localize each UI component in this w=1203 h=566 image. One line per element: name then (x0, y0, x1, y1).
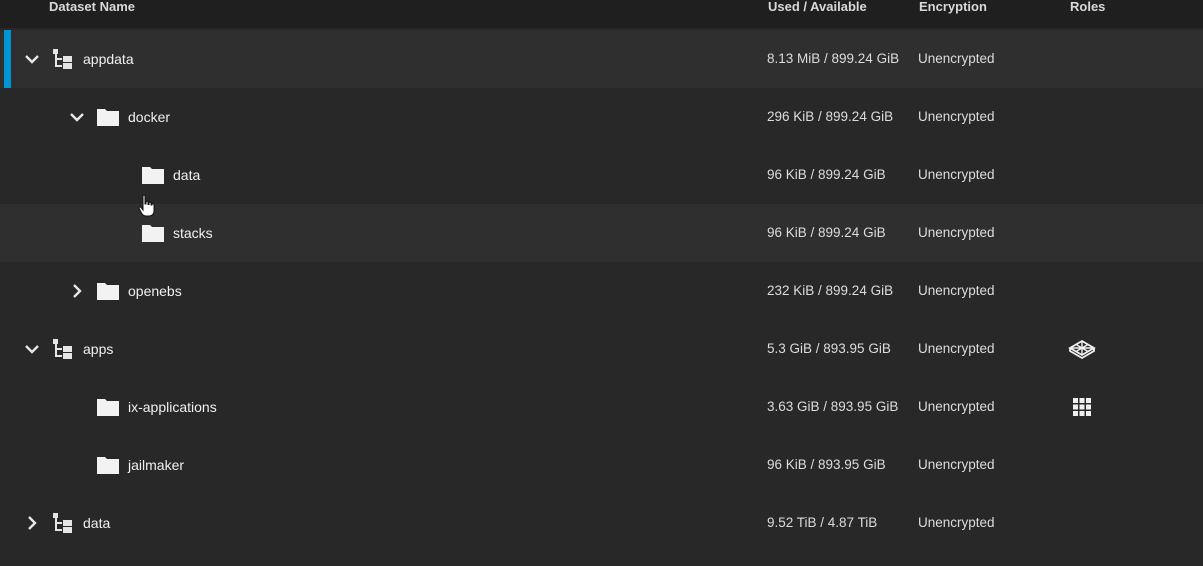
dataset-name: openebs (128, 283, 182, 299)
folder-icon (97, 399, 119, 416)
dataset-encryption: Unencrypted (918, 167, 995, 182)
dataset-name: apps (83, 341, 114, 357)
applications-grid-icon (1073, 398, 1091, 416)
column-header-roles[interactable]: Roles (1070, 0, 1105, 14)
dataset-root-icon (53, 49, 72, 69)
dataset-row-data-root[interactable]: data 9.52 TiB / 4.87 TiB Unencrypted (0, 494, 1203, 552)
table-header: Dataset Name Used / Available Encryption… (0, 0, 1203, 28)
dataset-used-available: 3.63 GiB / 893.95 GiB (767, 399, 899, 414)
dataset-encryption: Unencrypted (918, 225, 995, 240)
dataset-used-available: 8.13 MiB / 899.24 GiB (767, 51, 900, 66)
dataset-used-available: 9.52 TiB / 4.87 TiB (767, 515, 878, 530)
dataset-row-appdata[interactable]: appdata 8.13 MiB / 899.24 GiB Unencrypte… (0, 30, 1203, 88)
dataset-encryption: Unencrypted (918, 457, 995, 472)
column-header-encryption[interactable]: Encryption (919, 0, 987, 14)
dataset-encryption: Unencrypted (918, 515, 995, 530)
apps-pool-icon (1068, 339, 1096, 360)
folder-icon (97, 109, 119, 126)
column-header-dataset-name[interactable]: Dataset Name (49, 0, 135, 14)
dataset-name: data (83, 515, 111, 531)
dataset-used-available: 96 KiB / 899.24 GiB (767, 225, 886, 240)
folder-icon (142, 225, 164, 242)
dataset-row-ix-applications[interactable]: ix-applications 3.63 GiB / 893.95 GiB Un… (0, 378, 1203, 436)
dataset-name: docker (128, 109, 171, 125)
dataset-name: data (173, 167, 201, 183)
dataset-used-available: 232 KiB / 899.24 GiB (767, 283, 894, 298)
dataset-root-icon (53, 513, 72, 533)
dataset-row-stacks[interactable]: stacks 96 KiB / 899.24 GiB Unencrypted (0, 204, 1203, 262)
chevron-right-icon[interactable] (24, 515, 40, 531)
dataset-row-apps[interactable]: apps 5.3 GiB / 893.95 GiB Unencrypted (0, 320, 1203, 378)
dataset-used-available: 296 KiB / 899.24 GiB (767, 109, 894, 124)
dataset-used-available: 96 KiB / 899.24 GiB (767, 167, 886, 182)
dataset-root-icon (53, 339, 72, 359)
column-header-used-available[interactable]: Used / Available (768, 0, 867, 14)
dataset-name: jailmaker (128, 457, 185, 473)
chevron-down-icon[interactable] (24, 341, 40, 357)
dataset-name: ix-applications (128, 399, 217, 415)
dataset-name: appdata (83, 51, 134, 67)
dataset-encryption: Unencrypted (918, 399, 995, 414)
folder-icon (97, 283, 119, 300)
chevron-right-icon[interactable] (69, 283, 85, 299)
dataset-row-docker-data[interactable]: data 96 KiB / 899.24 GiB Unencrypted (0, 146, 1203, 204)
dataset-encryption: Unencrypted (918, 109, 995, 124)
dataset-used-available: 96 KiB / 893.95 GiB (767, 457, 886, 472)
dataset-encryption: Unencrypted (918, 341, 995, 356)
chevron-down-icon[interactable] (69, 109, 85, 125)
dataset-row-docker[interactable]: docker 296 KiB / 899.24 GiB Unencrypted (0, 88, 1203, 146)
dataset-used-available: 5.3 GiB / 893.95 GiB (767, 341, 891, 356)
chevron-down-icon[interactable] (24, 51, 40, 67)
dataset-tree: appdata 8.13 MiB / 899.24 GiB Unencrypte… (0, 30, 1203, 552)
dataset-encryption: Unencrypted (918, 283, 995, 298)
dataset-row-jailmaker[interactable]: jailmaker 96 KiB / 893.95 GiB Unencrypte… (0, 436, 1203, 494)
folder-icon (142, 167, 164, 184)
dataset-encryption: Unencrypted (918, 51, 995, 66)
folder-icon (97, 457, 119, 474)
dataset-name: stacks (173, 225, 213, 241)
dataset-row-openebs[interactable]: openebs 232 KiB / 899.24 GiB Unencrypted (0, 262, 1203, 320)
